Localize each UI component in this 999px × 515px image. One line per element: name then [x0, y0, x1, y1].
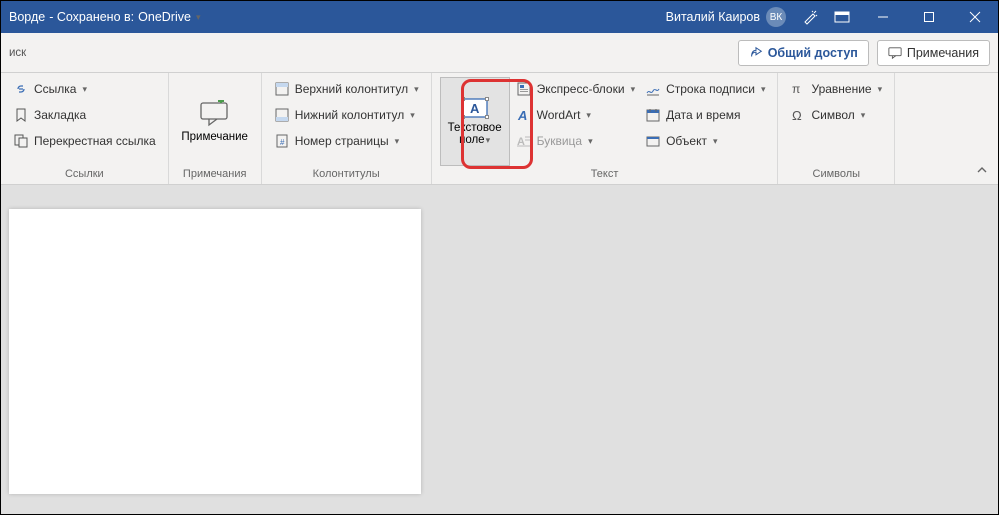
footer-button[interactable]: Нижний колонтитул▾ [270, 103, 423, 127]
bookmark-button[interactable]: Закладка [9, 103, 160, 127]
object-icon [645, 133, 661, 149]
quickparts-button[interactable]: Экспресс-блоки▾ [512, 77, 639, 101]
group-label-comments: Примечания [177, 166, 253, 184]
link-icon [13, 81, 29, 97]
wordart-button[interactable]: A WordArt▾ [512, 103, 639, 127]
bookmark-icon [13, 107, 29, 123]
equation-icon: π [790, 81, 806, 97]
chevron-down-icon: ▾ [414, 84, 419, 95]
chevron-down-icon: ▾ [861, 110, 866, 121]
ribbon-display-options[interactable] [824, 1, 860, 33]
group-label-symbols: Символы [786, 166, 886, 184]
chevron-down-icon: ▾ [82, 84, 87, 95]
equation-button[interactable]: π Уравнение▾ [786, 77, 886, 101]
dropcap-icon: A [516, 133, 532, 149]
pagenum-icon: # [274, 133, 290, 149]
coming-soon-icon[interactable] [796, 1, 824, 33]
user-name: Виталий Каиров [666, 10, 760, 24]
ribbon: Ссылка▾ Закладка Перекрестная ссылка Ссы… [1, 73, 998, 185]
saved-to-label: - Сохранено в: [49, 10, 134, 24]
quick-access-bar: иск Общий доступ Примечания [1, 33, 998, 73]
symbol-button[interactable]: Ω Символ▾ [786, 103, 886, 127]
calendar-icon [645, 107, 661, 123]
group-symbols: π Уравнение▾ Ω Символ▾ Символы [778, 73, 895, 184]
chevron-down-icon: ▾ [588, 136, 593, 147]
close-button[interactable] [952, 1, 998, 33]
quickparts-icon [516, 81, 532, 97]
header-icon [274, 81, 290, 97]
header-button[interactable]: Верхний колонтитул▾ [270, 77, 423, 101]
maximize-button[interactable] [906, 1, 952, 33]
group-links: Ссылка▾ Закладка Перекрестная ссылка Ссы… [1, 73, 169, 184]
svg-text:A: A [517, 108, 527, 123]
cross-reference-button[interactable]: Перекрестная ссылка [9, 129, 160, 153]
chevron-down-icon: ▾ [713, 136, 718, 147]
title-bar: Ворде - Сохранено в: OneDrive ▾ Виталий … [1, 1, 998, 33]
share-button[interactable]: Общий доступ [738, 40, 869, 66]
chevron-up-icon [976, 165, 988, 175]
dropcap-button[interactable]: A Буквица▾ [512, 129, 639, 153]
chevron-down-icon[interactable]: ▾ [196, 12, 201, 23]
add-comment-button[interactable]: Примечание [177, 77, 253, 166]
user-account[interactable]: Виталий Каиров ВК [666, 7, 786, 27]
chevron-down-icon: ▾ [486, 135, 491, 145]
symbol-icon: Ω [790, 107, 806, 123]
signature-line-button[interactable]: Строка подписи▾ [641, 77, 769, 101]
wordart-icon: A [516, 107, 532, 123]
group-label-headerfooter: Колонтитулы [270, 166, 423, 184]
chevron-down-icon: ▾ [410, 110, 415, 121]
group-label-text: Текст [440, 166, 770, 184]
comments-button[interactable]: Примечания [877, 40, 990, 66]
group-label-links: Ссылки [9, 166, 160, 184]
search-fragment[interactable]: иск [9, 47, 730, 59]
chevron-down-icon: ▾ [878, 84, 883, 95]
document-workspace[interactable] [1, 185, 998, 514]
svg-text:Ω: Ω [792, 108, 802, 123]
group-text: A Текстовое поле▾ Экспресс-блоки▾ A Word… [432, 73, 779, 184]
page-number-button[interactable]: # Номер страницы▾ [270, 129, 423, 153]
group-comments: Примечание Примечания [169, 73, 262, 184]
share-icon [749, 46, 763, 60]
crossref-icon [13, 133, 29, 149]
svg-text:#: # [280, 138, 285, 147]
chevron-down-icon: ▾ [761, 84, 766, 95]
saved-location: OneDrive [138, 10, 191, 24]
chevron-down-icon: ▾ [395, 136, 400, 147]
textbox-button[interactable]: A Текстовое поле▾ [440, 77, 510, 166]
footer-icon [274, 107, 290, 123]
minimize-button[interactable] [860, 1, 906, 33]
group-headerfooter: Верхний колонтитул▾ Нижний колонтитул▾ #… [262, 73, 432, 184]
collapse-ribbon-button[interactable] [976, 164, 988, 178]
chevron-down-icon: ▾ [586, 110, 591, 121]
comment-icon [888, 46, 902, 60]
textbox-icon: A [461, 97, 489, 119]
date-time-button[interactable]: Дата и время [641, 103, 769, 127]
svg-text:A: A [470, 101, 480, 116]
object-button[interactable]: Объект▾ [641, 129, 769, 153]
link-button[interactable]: Ссылка▾ [9, 77, 160, 101]
svg-text:π: π [792, 82, 800, 96]
signature-icon [645, 81, 661, 97]
document-page[interactable] [9, 209, 421, 494]
document-name: Ворде [9, 10, 45, 24]
user-avatar: ВК [766, 7, 786, 27]
chevron-down-icon: ▾ [631, 84, 636, 95]
comment-icon [199, 100, 231, 128]
